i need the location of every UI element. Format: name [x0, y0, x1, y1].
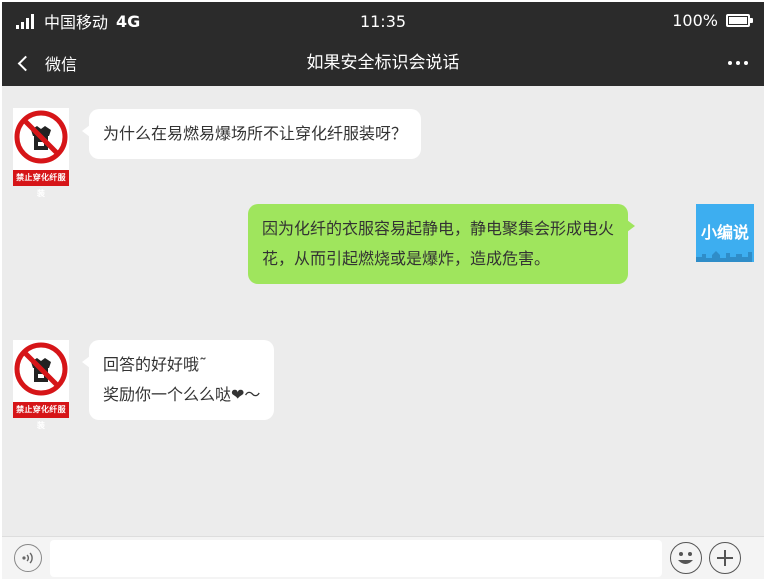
message-text: 为什么在易燃易爆场所不让穿化纤服装呀？ [103, 124, 408, 143]
nav-bar: 微信 如果安全标识会说话 [2, 40, 764, 86]
message-text: 回答的好好哦˜ [103, 355, 208, 374]
input-bar [2, 536, 764, 579]
message-input[interactable] [50, 540, 662, 577]
chat-area[interactable]: 禁止穿化纤服装 为什么在易燃易爆场所不让穿化纤服装呀？ 因为化纤的衣服容易起静电… [2, 86, 764, 536]
emoji-icon[interactable] [670, 542, 702, 574]
no-synthetic-clothing-sign-icon [14, 110, 68, 164]
avatar-editor-label: 小编说 [700, 223, 749, 242]
more-dots-icon[interactable] [724, 61, 748, 65]
message-bubble-incoming[interactable]: 回答的好好哦˜ 奖励你一个么么哒❤～ [81, 340, 275, 420]
status-bar: 中国移动 4G 11:35 100% [2, 2, 764, 40]
wechat-chat-screen: 中国移动 4G 11:35 100% 微信 如果安全标识会说话 禁止穿化纤服装 [2, 2, 764, 579]
plus-icon[interactable] [709, 542, 741, 574]
avatar-caption: 禁止穿化纤服装 [13, 170, 69, 198]
city-skyline-icon [696, 251, 752, 262]
message-bubble-incoming[interactable]: 为什么在易燃易爆场所不让穿化纤服装呀？ [81, 109, 422, 159]
message-bubble-outgoing[interactable]: 因为化纤的衣服容易起静电，静电聚集会形成电火 花，从而引起燃烧或是爆炸，造成危害… [248, 204, 636, 284]
voice-icon[interactable] [14, 544, 42, 572]
message-text: 因为化纤的衣服容易起静电，静电聚集会形成电火 [262, 219, 615, 238]
message-text: 奖励你一个么么哒❤～ [103, 385, 261, 404]
battery-icon [726, 14, 753, 27]
avatar-sign[interactable]: 禁止穿化纤服装 [13, 340, 69, 430]
no-synthetic-clothing-sign-icon [14, 342, 68, 396]
message-text: 花，从而引起燃烧或是爆炸，造成危害。 [262, 249, 551, 268]
avatar-editor[interactable]: 小编说 [696, 204, 754, 262]
status-time: 11:35 [359, 12, 407, 31]
avatar-caption: 禁止穿化纤服装 [13, 402, 69, 430]
battery-percent: 100% [672, 11, 718, 30]
status-right: 100% [672, 11, 753, 30]
chat-title: 如果安全标识会说话 [306, 53, 460, 73]
avatar-sign[interactable]: 禁止穿化纤服装 [13, 108, 69, 198]
